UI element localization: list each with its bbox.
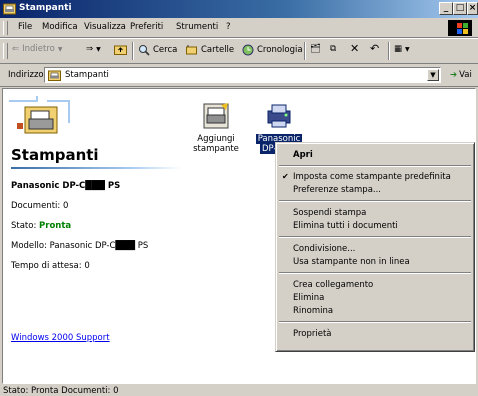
printer-name: Panasonic DP-C███ PS [11, 181, 121, 191]
toolbar-grip[interactable] [3, 43, 8, 59]
folders-icon [186, 45, 197, 55]
search-label: Cerca [153, 45, 178, 55]
views-button[interactable]: ▦ ▼ [394, 44, 410, 54]
menu-item-rename[interactable]: Rinomina [293, 306, 333, 316]
back-arrow-icon: ⇐ [12, 44, 20, 54]
minimize-button[interactable]: _ [439, 2, 453, 15]
menu-item-sharing[interactable]: Condivisione... [293, 244, 355, 254]
undo-button[interactable]: ↶ [370, 42, 379, 55]
forward-arrow-icon: ⇒ [86, 44, 94, 54]
up-folder-button[interactable] [114, 44, 127, 55]
folders-button[interactable]: Cartelle [186, 44, 234, 55]
address-label: Indirizzo [8, 70, 44, 80]
menu-item-delete[interactable]: Elimina [293, 293, 324, 303]
chevron-down-icon: ▼ [405, 45, 410, 53]
printers-banner-icon [9, 96, 70, 134]
delete-button[interactable]: ✕ [350, 42, 359, 55]
status-bar-text: Stato: Pronta Documenti: 0 [3, 386, 119, 396]
window-title: Stampanti [19, 3, 72, 13]
menu-item-properties[interactable]: Proprietà [293, 329, 332, 339]
folders-label: Cartelle [201, 44, 235, 55]
panel-title: Stampanti [11, 146, 99, 164]
history-button[interactable]: Cronologia [242, 44, 303, 56]
menu-separator [279, 272, 471, 274]
move-to-button[interactable]: 🗂 [310, 44, 321, 54]
title-bar[interactable]: Stampanti _ □ × [0, 0, 478, 18]
history-icon [242, 44, 254, 56]
menu-modifica[interactable]: Modifica [42, 22, 78, 32]
up-folder-icon [114, 45, 127, 55]
printer-icon [267, 104, 291, 128]
undo-icon: ↶ [370, 42, 380, 55]
add-printer-label-1: Aggiungi [197, 134, 235, 144]
menu-item-create-shortcut[interactable]: Crea collegamento [293, 280, 373, 290]
menu-strumenti[interactable]: Strumenti [176, 22, 218, 32]
menu-separator [279, 200, 471, 202]
status-bar: Stato: Pronta Documenti: 0 [0, 384, 478, 396]
back-button[interactable]: ⇐ Indietro ▼ [12, 44, 62, 54]
add-printer-icon [203, 103, 229, 129]
menu-preferiti[interactable]: Preferiti [130, 22, 163, 32]
menu-item-open[interactable]: Apri [293, 150, 313, 160]
windows-support-link[interactable]: Windows 2000 Support [11, 333, 110, 343]
add-printer-label-2: stampante [193, 144, 239, 154]
copy-to-icon: ⧉ [330, 44, 337, 54]
close-button[interactable]: × [467, 2, 478, 15]
printer-model: Modello: Panasonic DP-C███ PS [11, 241, 149, 251]
toolbar-separator [132, 42, 134, 60]
menu-item-print-preferences[interactable]: Preferenze stampa... [293, 185, 381, 195]
address-bar: Indirizzo Stampanti ▼ ➔ Vai [0, 64, 478, 87]
chevron-down-icon: ▼ [57, 45, 63, 53]
go-button[interactable]: ➔ Vai [450, 70, 472, 80]
toolbar: ⇐ Indietro ▼ ⇒ ▼ Cerca Cartelle Cronolog… [0, 38, 478, 64]
address-dropdown-button[interactable]: ▼ [427, 69, 439, 81]
history-label: Cronologia [257, 45, 303, 55]
toolbar-separator [388, 42, 390, 60]
address-input[interactable]: Stampanti ▼ [44, 67, 441, 83]
menu-item-cancel-all-documents[interactable]: Elimina tutti i documenti [293, 221, 398, 231]
go-label: Vai [459, 70, 472, 80]
menu-file[interactable]: File [18, 22, 32, 32]
menu-separator [279, 236, 471, 238]
menu-help[interactable]: ? [226, 22, 231, 32]
toolbar-separator [304, 42, 306, 60]
documents-count: Documenti: 0 [11, 201, 69, 211]
checkmark-icon: ✔ [282, 172, 289, 181]
status-value: Pronta [39, 221, 72, 231]
address-value: Stampanti [65, 70, 109, 80]
status-label: Stato: [11, 221, 37, 231]
panel-divider [11, 167, 181, 169]
menu-separator [279, 165, 471, 167]
menu-bar: File Modifica Visualizza Preferiti Strum… [0, 19, 478, 38]
menu-item-set-default[interactable]: Imposta come stampante predefinita [293, 172, 451, 182]
delete-x-icon: ✕ [350, 42, 360, 55]
windows-logo-icon [448, 20, 472, 36]
back-label: Indietro [22, 44, 55, 54]
search-icon [139, 45, 150, 56]
menu-visualizza[interactable]: Visualizza [84, 22, 126, 32]
wait-time: Tempo di attesa: 0 [11, 261, 90, 271]
context-menu: Apri ✔ Imposta come stampante predefinit… [275, 142, 475, 352]
menu-separator [279, 321, 471, 323]
printer-status: Stato: Pronta [11, 221, 71, 231]
move-to-icon: 🗂 [310, 44, 321, 54]
explorer-window: Stampanti _ □ × File Modifica Visualizza… [0, 0, 478, 396]
views-icon: ▦ [394, 44, 403, 54]
printers-folder-icon [3, 3, 16, 15]
menu-item-use-offline[interactable]: Usa stampante non in linea [293, 257, 410, 267]
menubar-grip[interactable] [3, 21, 8, 35]
printers-folder-icon [48, 70, 61, 81]
chevron-down-icon: ▼ [96, 45, 101, 53]
forward-button[interactable]: ⇒ ▼ [86, 44, 101, 54]
search-button[interactable]: Cerca [138, 44, 177, 56]
add-printer-item[interactable]: Aggiungi stampante [186, 101, 246, 154]
copy-to-button[interactable]: ⧉ [330, 44, 336, 54]
maximize-button[interactable]: □ [453, 2, 467, 15]
go-arrow-icon: ➔ [450, 70, 458, 80]
menu-item-pause-printing[interactable]: Sospendi stampa [293, 208, 366, 218]
